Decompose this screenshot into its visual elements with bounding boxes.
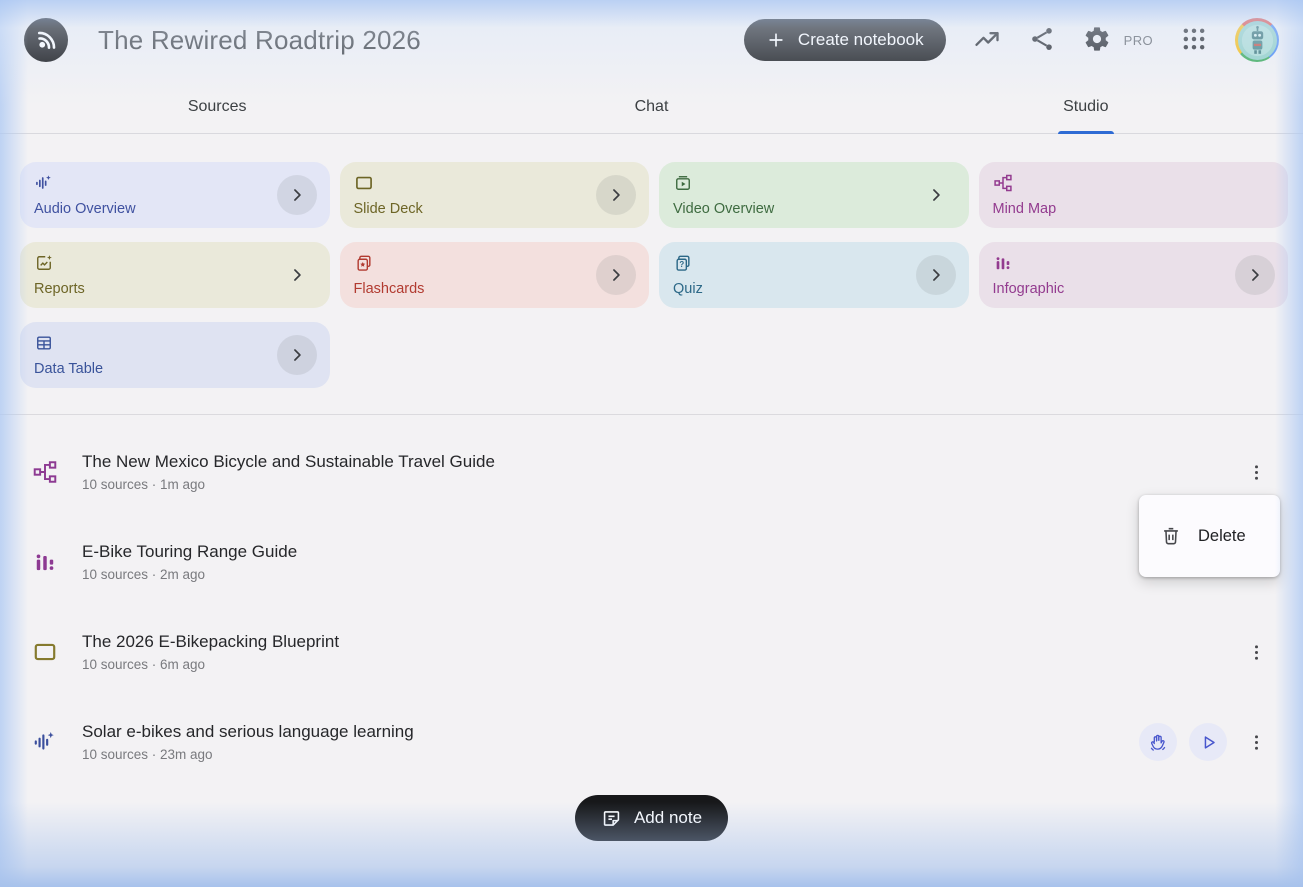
chevron-right-icon[interactable] <box>277 255 317 295</box>
studio-card-label: Reports <box>34 281 85 297</box>
output-text: The 2026 E-Bikepacking Blueprint 10 sourc… <box>82 632 1241 672</box>
add-note-button[interactable]: Add note <box>574 795 729 841</box>
infographic-icon <box>993 253 1013 273</box>
output-title: E-Bike Touring Range Guide <box>82 542 298 561</box>
studio-card-label: Video Overview <box>673 201 775 217</box>
studio-card-label: Infographic <box>992 281 1065 297</box>
output-meta: 10 sources · 2m ago <box>82 567 206 582</box>
video-overview-icon <box>673 173 693 193</box>
notebook-title[interactable]: The Rewired Roadtrip 2026 <box>98 25 421 56</box>
chevron-right-icon[interactable] <box>276 175 317 215</box>
output-title: The 2026 E-Bikepacking Blueprint <box>82 632 340 651</box>
studio-card-grid: Audio Overview Slide Deck Video Overview Mi… <box>0 134 1303 414</box>
output-text: The New Mexico Bicycle and Sustainable T… <box>82 452 1241 492</box>
studio-card-label: Slide Deck <box>353 201 423 217</box>
studio-card-reports[interactable]: Reports <box>20 242 330 308</box>
studio-card-label: Data Table <box>34 361 104 377</box>
more-options-button[interactable] <box>1241 457 1271 487</box>
mind-map-icon <box>993 173 1013 193</box>
studio-card-flashcards[interactable]: Flashcards <box>339 242 649 308</box>
settings-button[interactable] <box>1083 26 1111 54</box>
studio-card-video-overview[interactable]: Video Overview <box>659 162 969 228</box>
trash-icon <box>1160 525 1182 547</box>
slide-deck-icon <box>32 639 58 665</box>
flashcards-icon <box>354 253 374 273</box>
panel-tabs: Sources Chat Studio <box>0 80 1303 134</box>
trending-up-icon <box>973 25 1001 56</box>
audio-waveform-icon <box>34 173 54 193</box>
studio-card-audio-overview[interactable]: Audio Overview <box>20 162 330 228</box>
output-meta: 10 sources · 23m ago <box>82 747 213 762</box>
create-notebook-button[interactable]: Create notebook <box>743 19 946 61</box>
audio-controls <box>1139 723 1227 761</box>
studio-card-data-table[interactable]: Data Table <box>20 322 330 388</box>
context-menu: Delete <box>1139 495 1280 577</box>
studio-output-list: The New Mexico Bicycle and Sustainable T… <box>0 415 1303 787</box>
studio-card-label: Mind Map <box>992 201 1057 217</box>
studio-card-label: Flashcards <box>353 281 425 297</box>
pro-badge: PRO <box>1123 32 1153 48</box>
chevron-right-icon[interactable] <box>1235 255 1275 295</box>
chevron-right-icon[interactable] <box>276 335 317 375</box>
chevron-right-icon[interactable] <box>596 255 636 295</box>
audio-waveform-icon <box>32 729 58 755</box>
output-meta: 10 sources · 6m ago <box>82 657 206 672</box>
studio-card-label: Quiz <box>673 281 703 297</box>
output-text: Solar e-bikes and serious language learn… <box>82 722 1139 762</box>
studio-card-quiz[interactable]: ? Quiz <box>659 242 969 308</box>
studio-card-slide-deck[interactable]: Slide Deck <box>339 162 649 228</box>
tab-sources[interactable]: Sources <box>0 80 434 133</box>
output-title: Solar e-bikes and serious language learn… <box>82 722 414 741</box>
tab-label: Sources <box>187 97 247 115</box>
studio-output-row[interactable]: Solar e-bikes and serious language learn… <box>0 697 1303 787</box>
tab-label: Chat <box>634 97 669 115</box>
add-note-row: Add note <box>0 795 1303 841</box>
reports-icon <box>34 253 54 273</box>
create-notebook-label: Create notebook <box>797 30 924 49</box>
more-options-button[interactable] <box>1241 637 1271 667</box>
more-options-button[interactable] <box>1241 727 1271 757</box>
gear-icon <box>1083 25 1111 56</box>
interactive-mode-button[interactable] <box>1139 723 1177 761</box>
studio-card-mind-map[interactable]: Mind Map <box>978 162 1288 228</box>
output-title: The New Mexico Bicycle and Sustainable T… <box>82 452 495 471</box>
add-note-label: Add note <box>633 808 703 827</box>
apps-grid-icon <box>1180 25 1208 56</box>
share-button[interactable] <box>1028 26 1056 54</box>
output-text: E-Bike Touring Range Guide 10 sources · 2… <box>82 542 1241 582</box>
output-meta: 10 sources · 1m ago <box>82 477 206 492</box>
quiz-icon: ? <box>673 253 693 273</box>
notebooklm-logo-icon[interactable] <box>24 18 68 62</box>
chevron-right-icon[interactable] <box>916 175 956 215</box>
plus-icon <box>766 30 786 50</box>
svg-text:?: ? <box>679 260 684 269</box>
chevron-right-icon[interactable] <box>915 255 956 295</box>
chevron-right-icon[interactable] <box>596 175 636 215</box>
studio-output-row[interactable]: The New Mexico Bicycle and Sustainable T… <box>0 427 1303 517</box>
play-button[interactable] <box>1189 723 1227 761</box>
account-avatar[interactable] <box>1235 18 1279 62</box>
app-header: The Rewired Roadtrip 2026 Create noteboo… <box>0 0 1303 80</box>
data-table-icon <box>34 333 54 353</box>
slide-deck-icon <box>354 173 374 193</box>
header-actions: Create notebook PRO <box>743 18 1279 62</box>
studio-card-label: Audio Overview <box>34 201 136 217</box>
analytics-button[interactable] <box>973 26 1001 54</box>
context-menu-item-delete[interactable]: Delete <box>1160 525 1246 547</box>
delete-label: Delete <box>1198 526 1246 545</box>
mind-map-icon <box>32 459 58 485</box>
studio-output-row[interactable]: The 2026 E-Bikepacking Blueprint 10 sourc… <box>0 607 1303 697</box>
notebooklm-app: The Rewired Roadtrip 2026 Create noteboo… <box>0 0 1303 887</box>
google-apps-button[interactable] <box>1180 26 1208 54</box>
tab-studio[interactable]: Studio <box>869 80 1303 133</box>
studio-card-infographic[interactable]: Infographic <box>978 242 1288 308</box>
studio-output-row[interactable]: E-Bike Touring Range Guide 10 sources · 2… <box>0 517 1303 607</box>
note-icon <box>601 808 622 829</box>
infographic-icon <box>32 549 58 575</box>
share-icon <box>1028 25 1056 56</box>
tab-chat[interactable]: Chat <box>434 80 868 133</box>
tab-label: Studio <box>1063 97 1109 115</box>
